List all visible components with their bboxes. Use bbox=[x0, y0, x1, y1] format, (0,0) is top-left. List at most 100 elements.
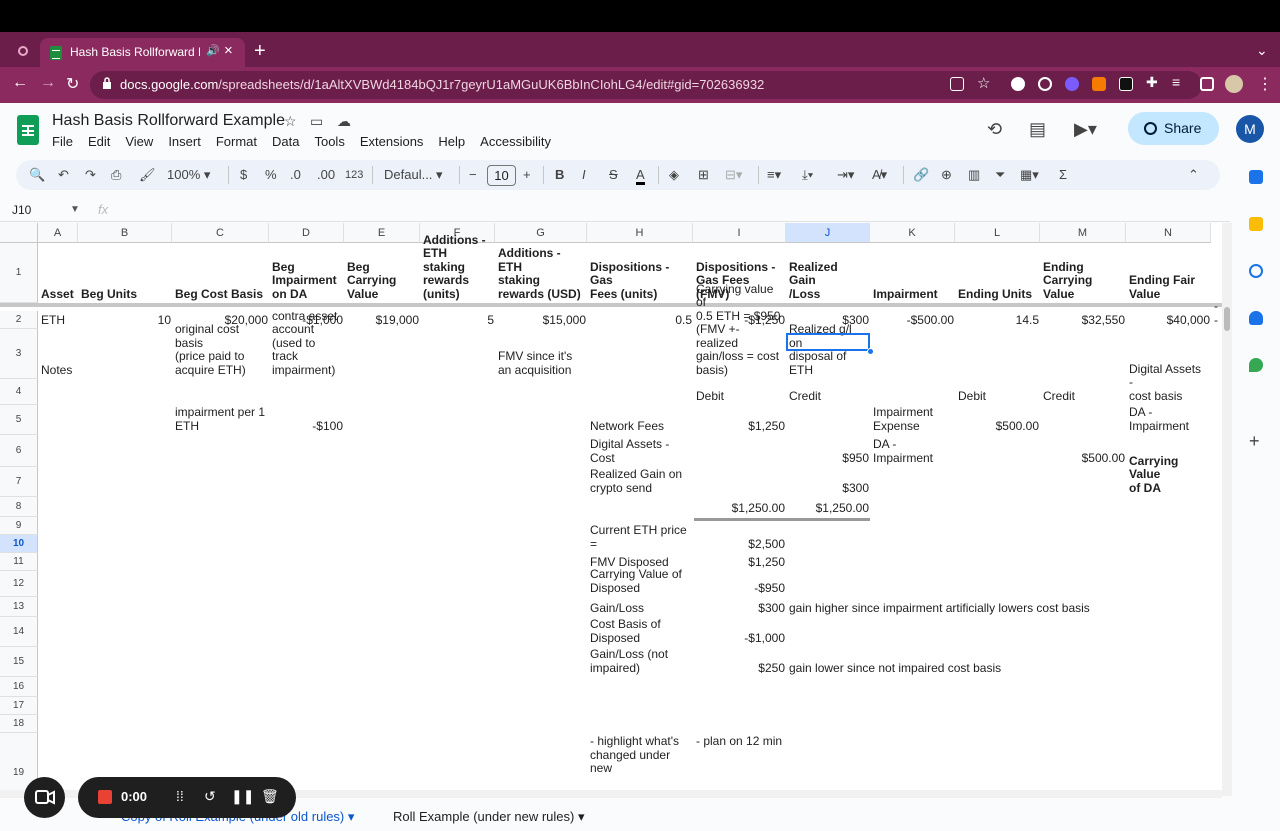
cell-l1[interactable]: Ending Units bbox=[958, 243, 1037, 303]
cell-n2[interactable]: $40,000 bbox=[1129, 311, 1210, 329]
delete-recording-icon[interactable]: 🗑 bbox=[261, 788, 279, 805]
menu-help[interactable]: Help bbox=[438, 134, 465, 149]
extensions-puzzle-icon[interactable]: ✚ bbox=[1146, 74, 1158, 91]
fill-handle[interactable] bbox=[867, 348, 874, 355]
calendar-icon[interactable] bbox=[1249, 170, 1263, 184]
cell-i5[interactable]: $1,250 bbox=[696, 405, 785, 435]
cell-n1[interactable]: Ending Fair Value bbox=[1129, 243, 1208, 303]
paint-format-icon[interactable]: 🖌 bbox=[139, 167, 156, 183]
cell-i15[interactable]: $250 bbox=[696, 647, 785, 677]
name-box[interactable]: J10 bbox=[12, 203, 31, 217]
horizontal-align-icon[interactable]: ≡▾ bbox=[767, 167, 781, 183]
tab-search-icon[interactable]: ⌄ bbox=[1256, 42, 1268, 59]
cell-n7[interactable]: Carrying Value of DA bbox=[1129, 454, 1208, 497]
row-header-18[interactable]: 18 bbox=[0, 715, 38, 733]
column-header-a[interactable]: A bbox=[38, 223, 78, 243]
text-rotation-icon[interactable]: A̸▾ bbox=[872, 167, 887, 183]
column-header-i[interactable]: I bbox=[693, 223, 786, 243]
cell-i3[interactable]: Carrying value of 0.5 ETH = $950 (FMV +-… bbox=[696, 282, 783, 379]
column-header-j[interactable]: J bbox=[786, 223, 870, 243]
forward-icon[interactable]: → bbox=[40, 74, 56, 92]
cell-l4[interactable]: Debit bbox=[958, 379, 1037, 405]
cell-m1[interactable]: Ending Carrying Value bbox=[1043, 243, 1123, 303]
browser-menu-icon[interactable]: ⋮ bbox=[1257, 74, 1273, 94]
borders-icon[interactable]: ⊞ bbox=[698, 167, 709, 183]
cell-h15[interactable]: Gain/Loss (not impaired) bbox=[590, 647, 690, 677]
comments-icon[interactable]: ▤ bbox=[1029, 119, 1046, 140]
cell-h14[interactable]: Cost Basis of Disposed bbox=[590, 617, 690, 647]
column-header-g[interactable]: G bbox=[495, 223, 587, 243]
cell-d5[interactable]: -$100 bbox=[272, 405, 343, 435]
cell-j4[interactable]: Credit bbox=[789, 379, 867, 405]
audio-icon[interactable]: 🔊 bbox=[206, 44, 220, 57]
functions-button[interactable]: Σ bbox=[1059, 167, 1067, 182]
cell-c5[interactable]: impairment per 1 ETH bbox=[175, 405, 266, 435]
contacts-icon[interactable] bbox=[1249, 311, 1263, 325]
row-header-8[interactable]: 8 bbox=[0, 497, 38, 517]
column-header-e[interactable]: E bbox=[344, 223, 420, 243]
star-icon[interactable]: ☆ bbox=[284, 113, 297, 130]
cell-e1[interactable]: Beg Carrying Value bbox=[347, 243, 417, 303]
row-header-11[interactable]: 11 bbox=[0, 553, 38, 571]
insert-chart-icon[interactable]: ▥ bbox=[968, 167, 980, 183]
row-header-9[interactable]: 9 bbox=[0, 517, 38, 535]
selected-cell-j10[interactable] bbox=[786, 333, 870, 351]
cell-b2[interactable]: 10 bbox=[81, 311, 171, 329]
cell-i12[interactable]: -$950 bbox=[696, 571, 785, 597]
bookmark-star-icon[interactable]: ☆ bbox=[977, 74, 990, 92]
more-formats-button[interactable]: 123 bbox=[345, 169, 363, 181]
cell-i13[interactable]: $300 bbox=[696, 597, 785, 617]
column-header-m[interactable]: M bbox=[1040, 223, 1126, 243]
reading-list-icon[interactable]: ≡ bbox=[1172, 74, 1180, 90]
site-info-icon[interactable] bbox=[102, 77, 112, 90]
column-header-n[interactable]: N bbox=[1126, 223, 1211, 243]
row-header-5[interactable]: 5 bbox=[0, 405, 38, 435]
vertical-scroll-thumb[interactable] bbox=[1224, 307, 1230, 331]
vertical-align-icon[interactable]: ⤓▾ bbox=[802, 167, 813, 183]
column-header-h[interactable]: H bbox=[587, 223, 693, 243]
insert-comment-icon[interactable]: ⊕ bbox=[941, 167, 952, 183]
cell-i10[interactable]: $2,500 bbox=[696, 535, 785, 553]
filter-icon[interactable]: ⏷ bbox=[995, 167, 1005, 183]
pause-recording-icon[interactable]: ❚❚ bbox=[231, 788, 254, 805]
cell-k5[interactable]: Impairment Expense bbox=[873, 405, 952, 435]
increase-decimal-button[interactable]: .00 bbox=[317, 167, 335, 182]
row-header-13[interactable]: 13 bbox=[0, 597, 38, 617]
stop-recording-button[interactable] bbox=[98, 790, 112, 804]
cell-f1[interactable]: Additions - ETH staking rewards (units) bbox=[423, 233, 492, 303]
close-tab-icon[interactable]: × bbox=[224, 42, 233, 59]
extension-power-icon[interactable] bbox=[1038, 77, 1052, 91]
font-select[interactable]: Defaul... ▾ bbox=[384, 167, 443, 183]
cell-c3[interactable]: original cost basis (price paid to acqui… bbox=[175, 322, 266, 379]
row-header-6[interactable]: 6 bbox=[0, 435, 38, 467]
cell-k2[interactable]: -$500.00 bbox=[873, 311, 954, 329]
extension-4-icon[interactable] bbox=[1119, 77, 1133, 91]
print-icon[interactable]: ⎙ bbox=[111, 167, 121, 183]
italic-button[interactable]: I bbox=[582, 167, 586, 182]
cell-d3[interactable]: contra asset account (used to track impa… bbox=[272, 309, 341, 379]
cell-i14[interactable]: -$1,000 bbox=[696, 617, 785, 647]
decrease-decimal-button[interactable]: .0 bbox=[290, 167, 301, 182]
cell-d1[interactable]: Beg Impairment on DA bbox=[272, 243, 341, 303]
menu-tools[interactable]: Tools bbox=[314, 134, 344, 149]
cell-b1[interactable]: Beg Units bbox=[81, 243, 169, 303]
menu-view[interactable]: View bbox=[125, 134, 153, 149]
menu-file[interactable]: File bbox=[52, 134, 73, 149]
cell-g2[interactable]: $15,000 bbox=[498, 311, 586, 329]
row-header-15[interactable]: 15 bbox=[0, 647, 38, 677]
text-wrapping-icon[interactable]: ⇥▾ bbox=[837, 167, 854, 183]
camera-toggle-button[interactable] bbox=[24, 777, 65, 818]
cell-l5[interactable]: $500.00 bbox=[958, 405, 1039, 435]
row-header-4[interactable]: 4 bbox=[0, 379, 38, 405]
cell-i11[interactable]: $1,250 bbox=[696, 553, 785, 571]
menu-insert[interactable]: Insert bbox=[168, 134, 201, 149]
back-icon[interactable]: ← bbox=[12, 74, 28, 92]
cell-c1[interactable]: Beg Cost Basis bbox=[175, 243, 266, 303]
column-header-c[interactable]: C bbox=[172, 223, 269, 243]
cell-h6[interactable]: Digital Assets - Cost bbox=[590, 435, 690, 467]
cell-n5[interactable]: DA - Impairment bbox=[1129, 405, 1208, 435]
name-box-dropdown-icon[interactable]: ▼ bbox=[70, 204, 80, 215]
row-header-14[interactable]: 14 bbox=[0, 617, 38, 647]
url-bar[interactable]: docs.google.com/spreadsheets/d/1aAltXVBW… bbox=[90, 71, 1202, 99]
cell-h2[interactable]: 0.5 bbox=[590, 311, 692, 329]
